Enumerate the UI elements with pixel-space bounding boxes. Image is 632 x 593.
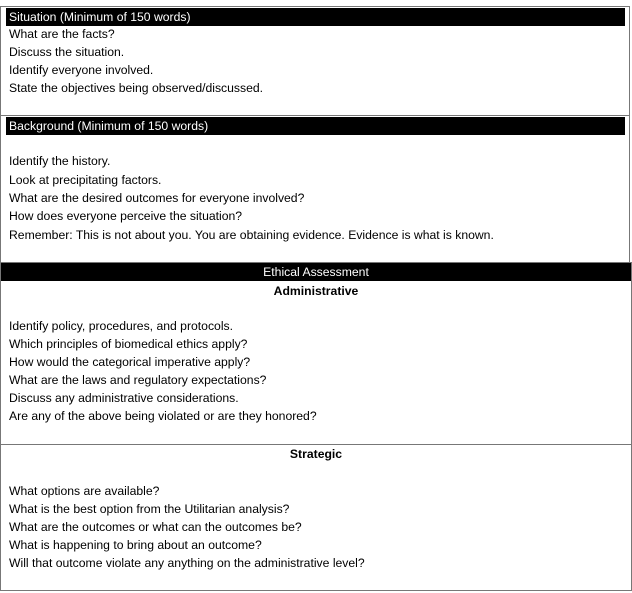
strategic-line: Will that outcome violate any anything o… bbox=[9, 556, 365, 570]
strategic-line: What are the outcomes or what can the ou… bbox=[9, 520, 302, 534]
situation-line: What are the facts? bbox=[9, 27, 115, 41]
situation-line: Discuss the situation. bbox=[9, 45, 125, 59]
background-line: Remember: This is not about you. You are… bbox=[9, 228, 494, 242]
strategic-line: What is the best option from the Utilita… bbox=[9, 502, 290, 516]
situation-header: Situation (Minimum of 150 words) bbox=[6, 8, 625, 26]
strategic-title: Strategic bbox=[289, 447, 343, 461]
administrative-line: Discuss any administrative consideration… bbox=[9, 391, 239, 405]
strategic-line: What is happening to bring about an outc… bbox=[9, 538, 262, 552]
situation-line: Identify everyone involved. bbox=[9, 63, 154, 77]
administrative-line: Identify policy, procedures, and protoco… bbox=[9, 319, 234, 333]
administrative-line: What are the laws and regulatory expecta… bbox=[9, 373, 267, 387]
administrative-title: Administrative bbox=[273, 284, 359, 298]
background-line: What are the desired outcomes for everyo… bbox=[9, 191, 305, 205]
background-header: Background (Minimum of 150 words) bbox=[6, 117, 625, 135]
strategic-line: What options are available? bbox=[9, 484, 160, 498]
background-line: Identify the history. bbox=[9, 154, 111, 168]
administrative-line: Which principles of biomedical ethics ap… bbox=[9, 337, 248, 351]
administrative-line: How would the categorical imperative app… bbox=[9, 355, 251, 369]
situation-line: State the objectives being observed/disc… bbox=[9, 81, 264, 95]
background-line: How does everyone perceive the situation… bbox=[9, 209, 243, 223]
ethical-assessment-header: Ethical Assessment bbox=[1, 263, 631, 281]
administrative-line: Are any of the above being violated or a… bbox=[9, 409, 317, 423]
background-line: Look at precipitating factors. bbox=[9, 173, 162, 187]
